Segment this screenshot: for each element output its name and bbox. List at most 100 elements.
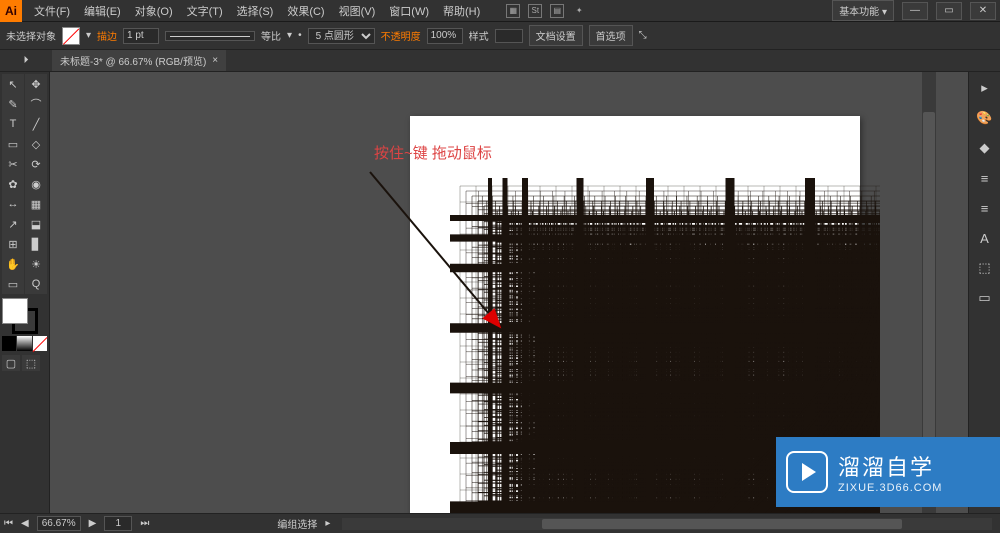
- appearance-panel-icon[interactable]: ▭: [975, 288, 995, 308]
- menu-object[interactable]: 对象(O): [129, 0, 179, 22]
- selection-mode-label: 编组选择: [277, 516, 317, 531]
- play-icon: [802, 463, 816, 481]
- color-gradient[interactable]: [17, 336, 31, 351]
- window-close-button[interactable]: ✕: [970, 2, 996, 20]
- line-tool[interactable]: ╱: [25, 114, 47, 134]
- preferences-button[interactable]: 首选项: [589, 25, 633, 46]
- toolbox: ↖✥ ✎⌒ T╱ ▭◇ ✂⟳ ✿◉ ↔▦ ↗⬓ ⊞▊ ✋☀ ▭Q ▢ ⬚: [0, 72, 50, 513]
- arrange-icon[interactable]: ▤: [550, 4, 564, 18]
- pen-tool[interactable]: ✎: [2, 94, 24, 114]
- opacity-input[interactable]: [427, 28, 463, 44]
- annotation-arrow: [360, 162, 520, 342]
- gradient-tool[interactable]: ⬓: [25, 214, 47, 234]
- menu-view[interactable]: 视图(V): [333, 0, 382, 22]
- uniform-label: 等比: [261, 28, 281, 43]
- hand-tool[interactable]: ▭: [2, 274, 24, 294]
- style-swatch[interactable]: [495, 29, 523, 43]
- brushes-panel-icon[interactable]: ≡: [975, 198, 995, 218]
- menubar: Ai 文件(F) 编辑(E) 对象(O) 文字(T) 选择(S) 效果(C) 视…: [0, 0, 1000, 22]
- fill-stroke-indicator[interactable]: [2, 298, 42, 334]
- menu-window[interactable]: 窗口(W): [383, 0, 435, 22]
- document-tab[interactable]: 未标题-3* @ 66.67% (RGB/预览) ×: [52, 50, 226, 71]
- dash-profile-select[interactable]: 5 点圆形: [308, 28, 375, 44]
- curvature-tool[interactable]: ⌒: [25, 94, 47, 114]
- slice-tool[interactable]: ☀: [25, 254, 47, 274]
- chevron-down-icon[interactable]: ▾: [287, 30, 292, 41]
- free-transform-tool[interactable]: ↔: [2, 194, 24, 214]
- menu-help[interactable]: 帮助(H): [437, 0, 486, 22]
- scissors-tool[interactable]: ✂: [2, 154, 24, 174]
- nav-first-icon[interactable]: ⏮: [4, 518, 13, 529]
- swatches-panel-icon[interactable]: ◆: [975, 138, 995, 158]
- menu-center-icons: ▦ St ▤ ✦: [506, 4, 586, 18]
- nav-prev-icon[interactable]: ◀: [21, 518, 29, 529]
- stroke-weight-input[interactable]: [123, 28, 159, 44]
- selection-label: 未选择对象: [6, 28, 56, 43]
- nav-next-icon[interactable]: ▶: [89, 518, 97, 529]
- chevron-down-icon[interactable]: ▾: [86, 30, 91, 41]
- sparkle-icon[interactable]: ✦: [572, 4, 586, 18]
- color-panel-icon[interactable]: 🎨: [975, 108, 995, 128]
- stroke-style-preview[interactable]: [165, 31, 255, 41]
- watermark-logo: [786, 451, 828, 493]
- watermark-url: ZIXUE.3D66.COM: [838, 482, 942, 494]
- menu-file[interactable]: 文件(F): [28, 0, 76, 22]
- tabbar-expand[interactable]: ⏵: [0, 51, 52, 71]
- workspace-switcher[interactable]: 基本功能 ▾: [832, 0, 894, 21]
- vertical-scrollbar-thumb[interactable]: [923, 112, 935, 472]
- fill-indicator[interactable]: [2, 298, 28, 324]
- menubar-right: 基本功能 ▾ — ▭ ✕: [832, 0, 1000, 21]
- mesh-tool[interactable]: ↗: [2, 214, 24, 234]
- layout-icon[interactable]: ▦: [506, 4, 520, 18]
- blend-tool[interactable]: ▊: [25, 234, 47, 254]
- menu-effect[interactable]: 效果(C): [281, 0, 330, 22]
- width-tool[interactable]: ✿: [2, 174, 24, 194]
- shapebuilder-tool[interactable]: ◉: [25, 174, 47, 194]
- horizontal-scrollbar[interactable]: [342, 518, 992, 530]
- perspective-tool[interactable]: ▦: [25, 194, 47, 214]
- close-tab-icon[interactable]: ×: [212, 55, 218, 66]
- app-logo: Ai: [0, 0, 22, 22]
- watermark-title: 溜溜自学: [838, 450, 942, 482]
- screen-mode-full[interactable]: ⬚: [22, 355, 40, 371]
- annotation-text: 按住~键 拖动鼠标: [374, 142, 492, 163]
- horizontal-scrollbar-thumb[interactable]: [542, 519, 902, 529]
- menu-select[interactable]: 选择(S): [231, 0, 280, 22]
- transparency-panel-icon[interactable]: ⬚: [975, 258, 995, 278]
- status-bar: ⏮ ◀ 66.67% ▶ 1 ⏭ 编组选择 ▸: [0, 513, 1000, 533]
- fill-swatch[interactable]: [62, 27, 80, 45]
- screen-mode-normal[interactable]: ▢: [2, 355, 20, 371]
- transform-icon[interactable]: ⤡: [639, 30, 647, 41]
- artboard-index[interactable]: 1: [104, 516, 132, 531]
- color-none[interactable]: [33, 336, 47, 351]
- selection-tool[interactable]: ↖: [2, 74, 24, 94]
- window-minimize-button[interactable]: —: [902, 2, 928, 20]
- stroke-panel-icon[interactable]: ≡: [975, 168, 995, 188]
- st-icon[interactable]: St: [528, 4, 542, 18]
- menu-type[interactable]: 文字(T): [181, 0, 229, 22]
- eyedropper-tool[interactable]: ⊞: [2, 234, 24, 254]
- style-label: 样式: [469, 28, 489, 43]
- nav-last-icon[interactable]: ⏭: [140, 518, 149, 529]
- menu-edit[interactable]: 编辑(E): [78, 0, 127, 22]
- document-tabbar: ⏵ 未标题-3* @ 66.67% (RGB/预览) ×: [0, 50, 1000, 72]
- color-black[interactable]: [2, 336, 16, 351]
- opacity-label[interactable]: 不透明度: [381, 28, 421, 43]
- artboard-tool[interactable]: ✋: [2, 254, 24, 274]
- rotate-tool[interactable]: ⟳: [25, 154, 47, 174]
- document-setup-button[interactable]: 文档设置: [529, 25, 583, 46]
- character-panel-icon[interactable]: A: [975, 228, 995, 248]
- zoom-tool[interactable]: Q: [25, 274, 47, 294]
- type-tool[interactable]: T: [2, 114, 24, 134]
- direct-selection-tool[interactable]: ✥: [25, 74, 47, 94]
- chevron-right-icon: ▸: [325, 518, 330, 529]
- menu-items: 文件(F) 编辑(E) 对象(O) 文字(T) 选择(S) 效果(C) 视图(V…: [28, 0, 486, 22]
- control-bar: 未选择对象 ▾ 描边 等比 ▾ • 5 点圆形 不透明度 样式 文档设置 首选项…: [0, 22, 1000, 50]
- stroke-label[interactable]: 描边: [97, 28, 117, 43]
- window-restore-button[interactable]: ▭: [936, 2, 962, 20]
- document-tab-title: 未标题-3* @ 66.67% (RGB/预览): [60, 53, 206, 68]
- rectangle-tool[interactable]: ▭: [2, 134, 24, 154]
- expand-panels-icon[interactable]: ▸: [975, 78, 995, 98]
- shape-tool[interactable]: ◇: [25, 134, 47, 154]
- zoom-level[interactable]: 66.67%: [37, 516, 81, 531]
